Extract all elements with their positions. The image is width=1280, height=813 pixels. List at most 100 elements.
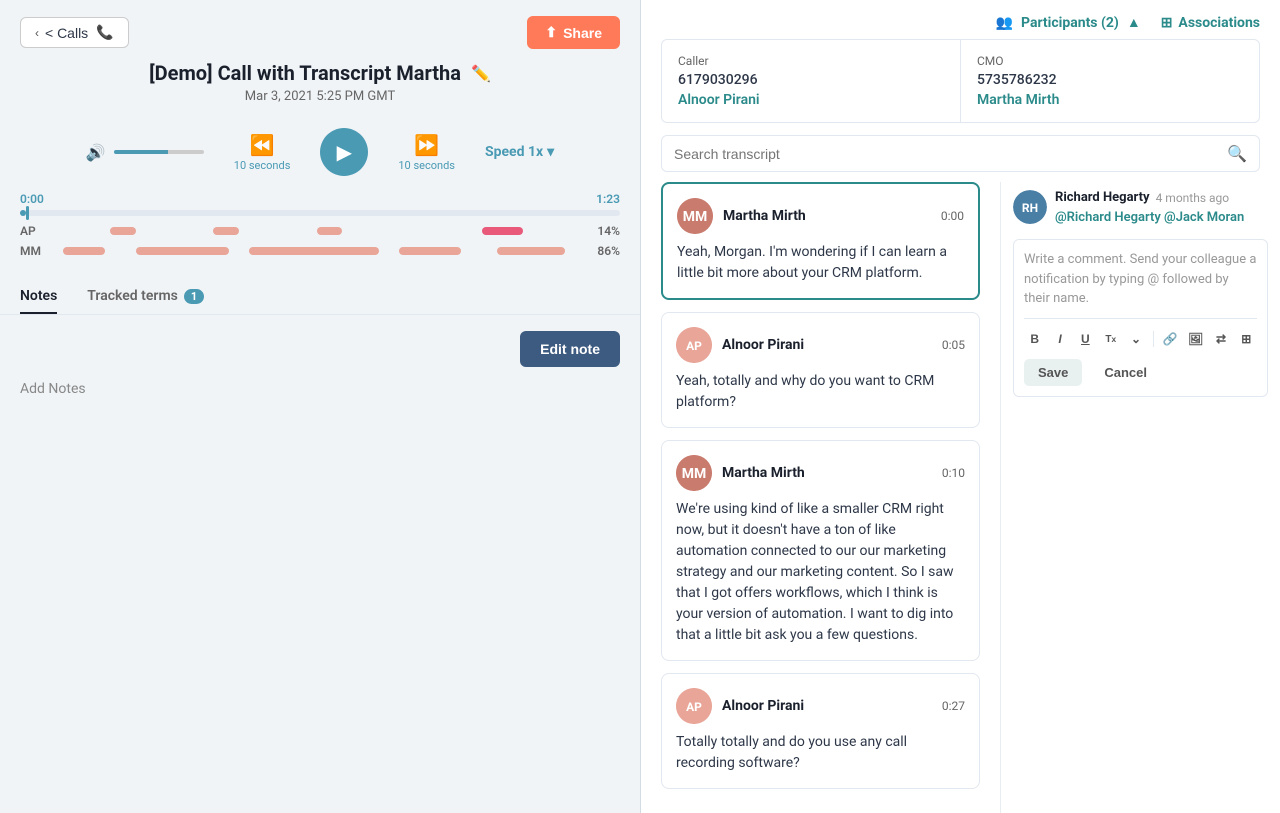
bar-mm-2	[136, 247, 229, 255]
comment-avatar-rh: RH	[1013, 190, 1047, 224]
skip-forward-icon: ⏩	[414, 133, 439, 157]
left-panel: ‹ < Calls 📞 ⬆ Share [Demo] Call with Tra…	[0, 0, 640, 813]
embed-button[interactable]: ⇄	[1210, 327, 1231, 351]
speaker-row-mm: MM 86%	[20, 244, 620, 258]
bar-ap-3	[317, 227, 343, 235]
tab-notes[interactable]: Notes	[20, 280, 57, 314]
image-button[interactable]: 🖼	[1185, 327, 1206, 351]
search-icon: 🔍	[1227, 144, 1247, 163]
calls-button[interactable]: ‹ < Calls 📞	[20, 17, 129, 48]
add-notes-link[interactable]: Add Notes	[20, 381, 620, 397]
cmo-role: CMO	[977, 54, 1243, 68]
comment-time: 4 months ago	[1156, 191, 1230, 205]
edit-note-button[interactable]: Edit note	[520, 331, 620, 367]
speaker-name-3: Martha Mirth	[722, 465, 932, 481]
timeline-cursor	[26, 206, 29, 220]
timeline-bar[interactable]	[20, 210, 620, 216]
bar-ap-2	[213, 227, 239, 235]
skip-back-button[interactable]: ⏪ 10 seconds	[234, 133, 291, 172]
tab-tracked-terms-label: Tracked terms	[87, 288, 178, 304]
skip-forward-button[interactable]: ⏩ 10 seconds	[398, 133, 455, 172]
caller-name[interactable]: Alnoor Pirani	[678, 92, 944, 108]
toolbar-separator-1	[1153, 331, 1154, 347]
participant-card-caller: Caller 6179030296 Alnoor Pirani	[662, 40, 961, 122]
participants-dropdown: Caller 6179030296 Alnoor Pirani CMO 5735…	[661, 39, 1260, 123]
cmo-phone: 5735786232	[977, 72, 1243, 88]
cmo-name[interactable]: Martha Mirth	[977, 92, 1243, 108]
link-button[interactable]: 🔗	[1160, 327, 1181, 351]
transcript-item-1[interactable]: MM Martha Mirth 0:00 Yeah, Morgan. I'm w…	[661, 182, 980, 300]
transcript-text-3: We're using kind of like a smaller CRM r…	[676, 499, 965, 646]
volume-icon: 🔊	[86, 143, 106, 162]
search-bar: 🔍	[661, 135, 1260, 172]
mention-richard: @Richard Hegarty	[1055, 210, 1161, 225]
skip-back-icon: ⏪	[250, 133, 275, 157]
avatar-mm-1: MM	[677, 198, 713, 234]
avatar-ap-2: AP	[676, 688, 712, 724]
participants-label: Participants (2)	[1021, 15, 1119, 31]
edit-title-icon[interactable]: ✏️	[471, 64, 491, 83]
speed-label: Speed 1x	[485, 144, 543, 160]
calls-label: < Calls	[45, 25, 88, 41]
participants-icon: 👥	[996, 15, 1013, 31]
save-comment-button[interactable]: Save	[1024, 359, 1082, 386]
tab-tracked-terms[interactable]: Tracked terms 1	[87, 280, 204, 314]
bar-mm-1	[63, 247, 104, 255]
speaker-name-1: Martha Mirth	[723, 208, 931, 224]
svg-text:AP: AP	[686, 700, 702, 714]
cancel-comment-button[interactable]: Cancel	[1090, 359, 1161, 386]
participants-header: 👥 Participants (2) ▲ ⊞ Associations	[641, 0, 1280, 31]
more-format-button[interactable]: ⌄	[1125, 327, 1146, 351]
play-icon: ▶	[337, 140, 352, 165]
table-button[interactable]: ⊞	[1236, 327, 1257, 351]
bar-ap-1	[110, 227, 136, 235]
speaker-name-4: Alnoor Pirani	[722, 698, 932, 714]
caller-phone: 6179030296	[678, 72, 944, 88]
transcript-time-3: 0:10	[942, 466, 965, 480]
right-panel: 👥 Participants (2) ▲ ⊞ Associations Call…	[641, 0, 1280, 813]
transcript-header-4: AP Alnoor Pirani 0:27	[676, 688, 965, 724]
speaker-pct-mm: 86%	[585, 244, 620, 258]
transcript-header-2: AP Alnoor Pirani 0:05	[676, 327, 965, 363]
associations-label: Associations	[1178, 15, 1260, 31]
svg-text:MM: MM	[682, 466, 707, 482]
transcript-item-3[interactable]: MM Martha Mirth 0:10 We're using kind of…	[661, 440, 980, 661]
participants-button[interactable]: 👥 Participants (2) ▲	[996, 14, 1141, 31]
comments-panel: RH Richard Hegarty 4 months ago @Richard…	[1000, 182, 1280, 813]
call-title-row: [Demo] Call with Transcript Martha ✏️	[20, 61, 620, 85]
associations-button[interactable]: ⊞ Associations	[1161, 15, 1260, 31]
transcript-text-1: Yeah, Morgan. I'm wondering if I can lea…	[677, 242, 964, 284]
volume-slider[interactable]	[114, 150, 204, 154]
transcript-time-4: 0:27	[942, 699, 965, 713]
play-button[interactable]: ▶	[320, 128, 368, 176]
bar-ap-4	[482, 227, 523, 235]
speed-button[interactable]: Speed 1x ▾	[485, 144, 554, 160]
comment-body-1: Richard Hegarty 4 months ago @Richard He…	[1055, 190, 1268, 227]
call-date: Mar 3, 2021 5:25 PM GMT	[20, 89, 620, 104]
svg-text:RH: RH	[1022, 201, 1038, 215]
volume-section: 🔊	[86, 143, 204, 162]
speaker-bars-mm	[58, 246, 575, 256]
tab-notes-label: Notes	[20, 288, 57, 304]
editor-placeholder[interactable]: Write a comment. Send your colleague a n…	[1024, 250, 1257, 310]
speaker-name-2: Alnoor Pirani	[722, 337, 932, 353]
call-title: [Demo] Call with Transcript Martha	[149, 61, 461, 85]
tabs-section: Notes Tracked terms 1	[0, 268, 640, 315]
svg-text:MM: MM	[683, 209, 708, 225]
search-input[interactable]	[674, 146, 1219, 162]
editor-actions: Save Cancel	[1024, 359, 1257, 386]
share-icon: ⬆	[545, 24, 557, 41]
top-bar: ‹ < Calls 📞 ⬆ Share	[0, 0, 640, 61]
bold-button[interactable]: B	[1024, 327, 1045, 351]
italic-button[interactable]: I	[1049, 327, 1070, 351]
transcript-header-3: MM Martha Mirth 0:10	[676, 455, 965, 491]
speaker-row-ap: AP 14%	[20, 224, 620, 238]
underline-button[interactable]: U	[1075, 327, 1096, 351]
text-format-button[interactable]: Tx	[1100, 327, 1121, 351]
speed-chevron-icon: ▾	[547, 144, 554, 160]
share-button[interactable]: ⬆ Share	[527, 16, 620, 49]
svg-text:AP: AP	[686, 339, 702, 353]
avatar-mm-2: MM	[676, 455, 712, 491]
transcript-item-2[interactable]: AP Alnoor Pirani 0:05 Yeah, totally and …	[661, 312, 980, 428]
transcript-item-4[interactable]: AP Alnoor Pirani 0:27 Totally totally an…	[661, 673, 980, 789]
